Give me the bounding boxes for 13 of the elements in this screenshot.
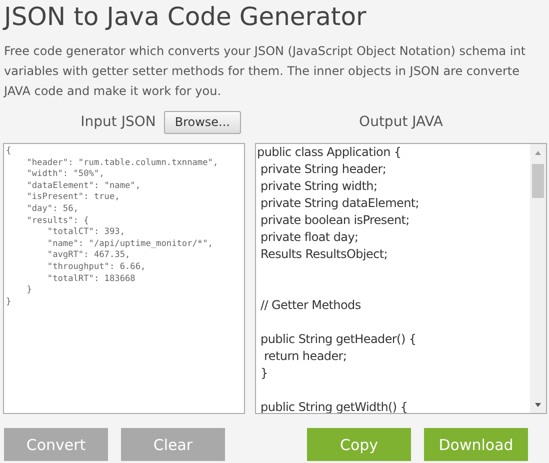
input-json-label: Input JSON <box>80 114 156 130</box>
json-input-field[interactable]: { "header": "rum.table.column.txnname", "width": "50%", "dataElement": "name", "isPresent": true, "day": 56, "results": { "totalCT": 393, "name": "/api/uptime_monitor/*", "avgRT": 467.35, "throughput": 6.66, "totalRT": 183668 } } <box>3 143 245 414</box>
output-java-label: Output JAVA <box>359 114 443 130</box>
description-text: Free code generator which converts your JSON (JavaScript Object Notation) schema int <box>4 43 526 60</box>
action-button[interactable]: Copy <box>307 428 411 461</box>
action-button[interactable]: Convert <box>4 428 108 461</box>
action-button[interactable]: Clear <box>121 428 225 461</box>
description-text: JAVA code and make it work for you. <box>4 83 222 100</box>
page-title: JSON to Java Code Generator <box>4 1 368 33</box>
action-button[interactable]: Download <box>424 428 528 461</box>
description-text: variables with getter setter methods for them. The inner objects in JSON are converte <box>4 63 520 80</box>
browse-button[interactable]: Browse... <box>164 110 241 134</box>
scrollbar[interactable] <box>530 144 546 413</box>
